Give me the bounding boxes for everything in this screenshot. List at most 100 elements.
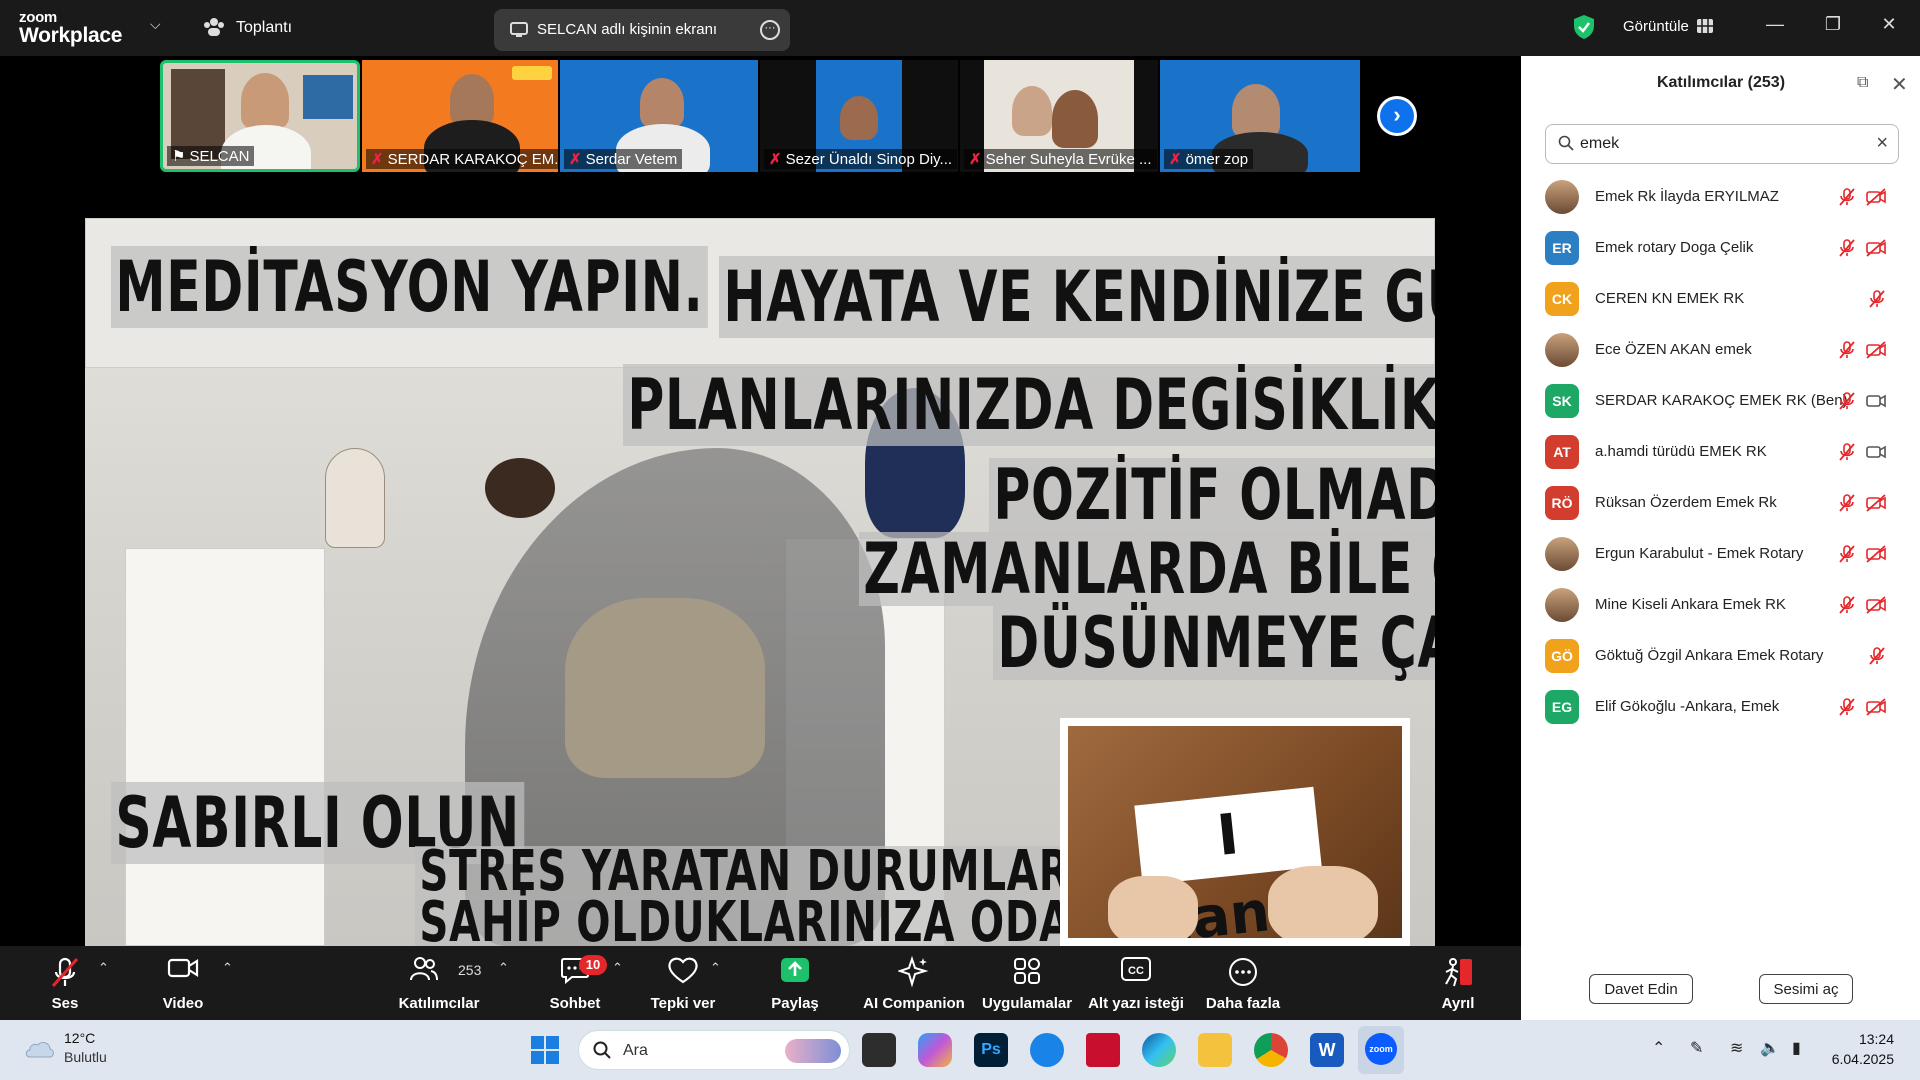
participant-row[interactable]: Ergun Karabulut - Emek Rotary — [1545, 534, 1895, 574]
participants-caret-icon[interactable]: ⌃ — [498, 960, 509, 976]
participant-row[interactable]: SK SERDAR KARAKOÇ EMEK RK (Ben) — [1545, 381, 1895, 421]
participant-row[interactable]: GÖ Göktuğ Özgil Ankara Emek Rotary — [1545, 636, 1895, 676]
clear-search-icon[interactable]: × — [1876, 132, 1888, 155]
shared-screen[interactable]: MEDİTASYON YAPIN. HAYATA VE KENDİNİZE GÜ… — [85, 176, 1435, 946]
next-page-button[interactable]: › — [1377, 96, 1417, 136]
video-camera-icon[interactable] — [1865, 391, 1887, 416]
captions-button[interactable]: CC Alt yazı isteği — [1088, 946, 1184, 1020]
slide-text-line: MEDİTASYON YAPIN. — [111, 246, 708, 328]
wifi-icon[interactable]: ≋ — [1730, 1038, 1743, 1058]
grid-view-icon[interactable] — [1697, 19, 1713, 38]
participant-row[interactable]: CK CEREN KN EMEK RK — [1545, 279, 1895, 319]
windows-start-icon[interactable] — [528, 1033, 562, 1067]
video-button[interactable]: Video — [148, 946, 218, 1020]
video-off-icon[interactable] — [1865, 238, 1887, 263]
participant-row[interactable]: RÖ Rüksan Özerdem Emek Rk — [1545, 483, 1895, 523]
mic-muted-icon[interactable] — [1837, 697, 1857, 722]
video-off-icon[interactable] — [1865, 544, 1887, 569]
video-tile[interactable]: ✗ Serdar Vetem — [560, 60, 758, 172]
screen-share-indicator[interactable]: SELCAN adlı kişinin ekranı ··· — [494, 9, 790, 51]
mic-muted-icon[interactable] — [1837, 187, 1857, 212]
video-tile[interactable]: ✗ ömer zop — [1160, 60, 1360, 172]
view-label[interactable]: Görüntüle — [1623, 18, 1689, 35]
video-tile[interactable]: ✗ Seher Suheyla Evrüke ... — [960, 60, 1158, 172]
participant-row[interactable]: EG Elif Gökoğlu -Ankara, Emek — [1545, 687, 1895, 727]
audio-caret-icon[interactable]: ⌃ — [98, 960, 109, 976]
mic-muted-icon: ✗ — [569, 151, 582, 168]
participants-button[interactable]: 253 Katılımcılar — [394, 946, 484, 1020]
mic-muted-icon[interactable] — [1837, 595, 1857, 620]
edge-icon[interactable] — [1142, 1033, 1176, 1067]
security-shield-icon[interactable] — [1572, 14, 1596, 45]
app-icon[interactable] — [1030, 1033, 1064, 1067]
cloud-icon[interactable] — [22, 1035, 56, 1064]
video-off-icon[interactable] — [1865, 493, 1887, 518]
audio-button[interactable]: Ses — [30, 946, 100, 1020]
speaker-icon[interactable]: 🔈 — [1760, 1038, 1780, 1058]
participant-row[interactable]: ER Emek rotary Doga Çelik — [1545, 228, 1895, 268]
chevron-up-icon[interactable]: ⌃ — [1652, 1038, 1665, 1058]
apps-button[interactable]: Uygulamalar — [982, 946, 1072, 1020]
leave-button[interactable]: Ayrıl — [1430, 946, 1486, 1020]
slide-text-line: PLANLARINIZDA DEGİSİKLİKLER YAPIN. — [623, 364, 1435, 446]
mic-muted-icon[interactable] — [1837, 493, 1857, 518]
file-explorer-icon[interactable] — [1198, 1033, 1232, 1067]
heart-icon — [667, 956, 699, 989]
photoshop-icon[interactable]: Ps — [974, 1033, 1008, 1067]
taskbar-search-input[interactable]: Ara — [578, 1030, 850, 1070]
mic-muted-icon[interactable] — [1837, 340, 1857, 365]
close-icon[interactable]: ✕ — [1891, 72, 1908, 97]
participant-row[interactable]: AT a.hamdi türüdü EMEK RK — [1545, 432, 1895, 472]
avatar: GÖ — [1545, 639, 1579, 673]
ai-companion-button[interactable]: AI Companion — [862, 946, 966, 1020]
video-camera-icon[interactable] — [1865, 442, 1887, 467]
meeting-info-icon[interactable] — [202, 15, 226, 44]
invite-button[interactable]: Davet Edin — [1589, 974, 1693, 1004]
share-button[interactable]: Paylaş — [758, 946, 832, 1020]
pen-icon[interactable]: ✎ — [1690, 1038, 1703, 1058]
video-off-icon[interactable] — [1865, 595, 1887, 620]
close-window-button[interactable]: ✕ — [1876, 14, 1902, 40]
word-icon[interactable]: W — [1310, 1033, 1344, 1067]
ai-label: AI Companion — [863, 995, 965, 1012]
clock-date[interactable]: 6.04.2025 — [1820, 1051, 1894, 1067]
minimize-button[interactable]: — — [1762, 14, 1788, 40]
unmute-button[interactable]: Sesimi aç — [1759, 974, 1853, 1004]
mic-muted-icon — [50, 956, 80, 995]
restore-button[interactable]: ❐ — [1820, 14, 1846, 40]
chrome-icon[interactable] — [1254, 1033, 1288, 1067]
participant-search-input[interactable]: emek × — [1545, 124, 1899, 164]
zoom-taskbar-active[interactable]: zoom — [1358, 1026, 1404, 1074]
popout-icon[interactable]: ⧉ — [1857, 74, 1868, 92]
more-button[interactable]: Daha fazla — [1200, 946, 1286, 1020]
mic-muted-icon[interactable] — [1837, 238, 1857, 263]
react-button[interactable]: Tepki ver — [645, 946, 721, 1020]
mic-muted-icon[interactable] — [1837, 391, 1857, 416]
video-off-icon[interactable] — [1865, 697, 1887, 722]
participant-row[interactable]: Mine Kiseli Ankara Emek RK — [1545, 585, 1895, 625]
mic-muted-icon[interactable] — [1837, 442, 1857, 467]
more-icon[interactable]: ··· — [760, 20, 780, 40]
video-off-icon[interactable] — [1865, 187, 1887, 212]
video-caret-icon[interactable]: ⌃ — [222, 960, 233, 976]
mic-muted-icon[interactable] — [1867, 289, 1887, 314]
clock-time[interactable]: 13:24 — [1834, 1031, 1894, 1047]
video-tile[interactable]: ⚑ SELCAN — [160, 60, 360, 172]
chat-caret-icon[interactable]: ⌃ — [612, 960, 623, 976]
meeting-label[interactable]: Toplantı — [236, 19, 292, 37]
participant-row[interactable]: Emek Rk İlayda ERYILMAZ — [1545, 177, 1895, 217]
video-off-icon[interactable] — [1865, 340, 1887, 365]
battery-icon[interactable]: ▮ — [1792, 1038, 1801, 1058]
avatar — [1545, 333, 1579, 367]
mcafee-icon[interactable] — [1086, 1033, 1120, 1067]
participant-row[interactable]: Ece ÖZEN AKAN emek — [1545, 330, 1895, 370]
chevron-down-icon[interactable]: ⌵ — [150, 16, 161, 33]
video-tile[interactable]: ✗ SERDAR KARAKOÇ EM... — [362, 60, 558, 172]
copilot-icon[interactable] — [918, 1033, 952, 1067]
video-tile[interactable]: ✗ Sezer Ünaldı Sinop Diy... — [760, 60, 958, 172]
mic-muted-icon[interactable] — [1867, 646, 1887, 671]
photographer-shorts — [565, 598, 765, 778]
react-caret-icon[interactable]: ⌃ — [710, 960, 721, 976]
task-view-icon[interactable] — [862, 1033, 896, 1067]
mic-muted-icon[interactable] — [1837, 544, 1857, 569]
